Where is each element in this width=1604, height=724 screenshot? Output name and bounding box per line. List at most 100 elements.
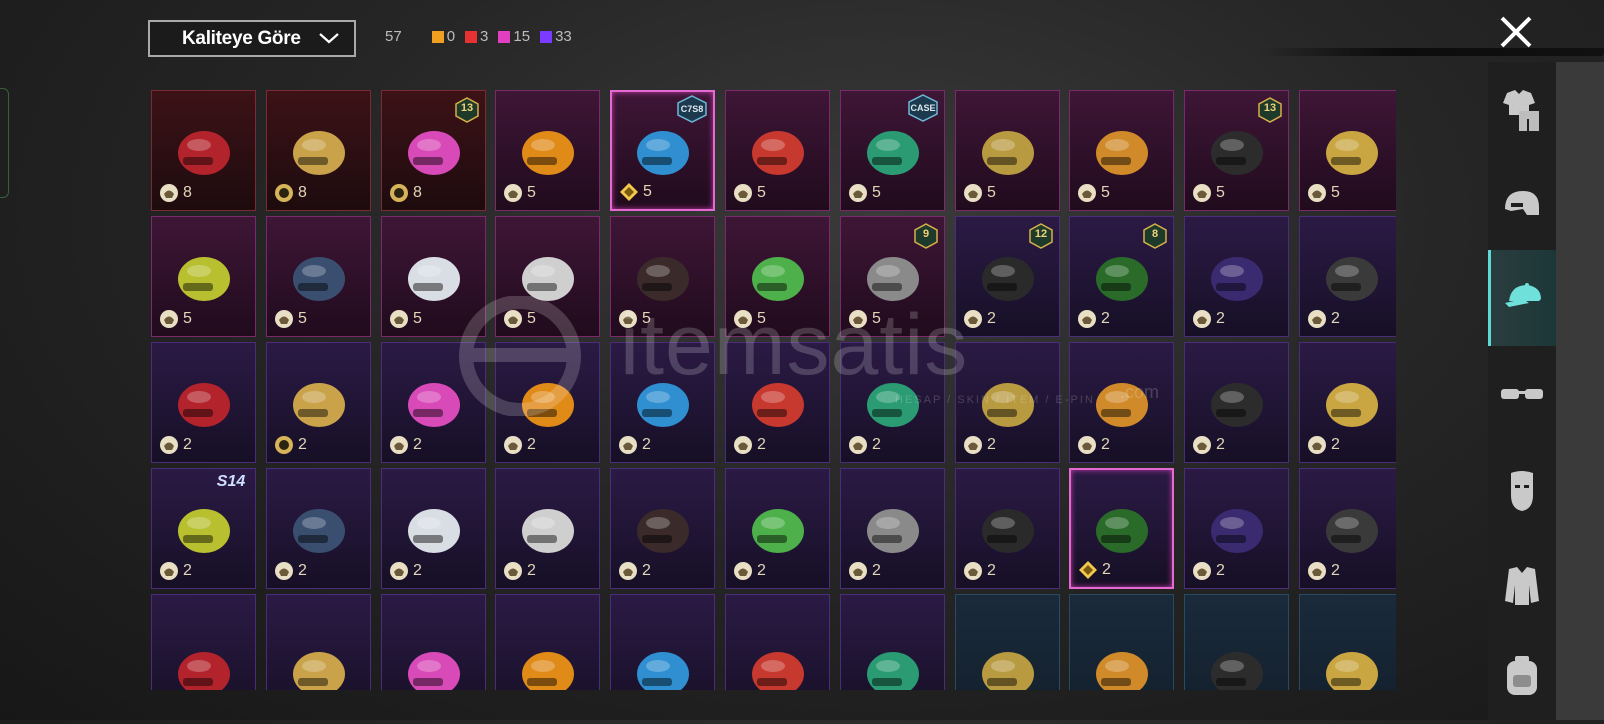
item-cell-black-fedora[interactable]: 2 <box>725 468 830 589</box>
item-cell-burger-hat[interactable]: 2 <box>1299 468 1396 589</box>
ticket-icon <box>275 310 293 328</box>
pink-dreadlock-helmet-image <box>399 113 469 183</box>
item-cell-grey-shark-hood[interactable]: 2 <box>955 468 1060 589</box>
ticket-icon <box>504 562 522 580</box>
item-cell-purple-punk-helmet[interactable]: 2 <box>1184 216 1289 337</box>
sidebar-item-backpack[interactable] <box>1488 628 1556 724</box>
ticket-icon <box>619 310 637 328</box>
shark-hood-blue-image <box>513 491 583 561</box>
item-count-value: 2 <box>757 562 766 579</box>
sidebar-item-helmet[interactable] <box>1488 158 1556 254</box>
count-orange: 0 <box>431 28 455 45</box>
ticket-icon <box>1308 310 1326 328</box>
item-cell-black-bandana[interactable]: 5 <box>610 216 715 337</box>
sidebar-item-mask[interactable] <box>1488 442 1556 538</box>
item-cell-blue-beret[interactable] <box>955 594 1060 690</box>
item-cell-black-gold-cap[interactable] <box>381 594 486 690</box>
item-count-value: 8 <box>413 184 422 201</box>
blue-feather-helmet-image <box>628 113 698 183</box>
item-cell-gold-crown-helmet[interactable]: 5 <box>1299 90 1396 211</box>
item-cell-grey-flat-cap[interactable] <box>1069 594 1174 690</box>
item-cell-frog-helmet[interactable]: 5 <box>725 216 830 337</box>
item-count-value: 5 <box>872 184 881 201</box>
item-cell-pink-dreadlock-helmet[interactable]: 8 13 <box>381 90 486 211</box>
item-cell-orange-ears[interactable]: 2 <box>381 342 486 463</box>
item-cell-black-cap[interactable]: 2 <box>1299 216 1396 337</box>
item-cell-bunny-ear-helmet[interactable]: 2 12 <box>955 216 1060 337</box>
item-cell-blue-baseball-helmet[interactable]: 2 <box>840 342 945 463</box>
mask-icon <box>1511 471 1533 511</box>
item-cell-aviator-cap[interactable] <box>840 594 945 690</box>
item-cell-blue-beanie[interactable] <box>266 594 371 690</box>
item-cell-red-helmet[interactable]: 8 <box>151 90 256 211</box>
item-cell-tan-trucker-cap[interactable] <box>1184 594 1289 690</box>
item-cell-clown-mask[interactable]: 2 <box>1299 342 1396 463</box>
item-cell-red-white-hat[interactable]: 2 <box>1184 342 1289 463</box>
item-cell-shark-hood-blue[interactable]: 2 <box>495 468 600 589</box>
sidebar-item-glasses[interactable] <box>1488 346 1556 442</box>
item-count: 5 <box>502 308 536 330</box>
item-cell-dragon-mask[interactable]: 5 <box>725 90 830 211</box>
item-count: 2 <box>962 560 996 582</box>
sidebar-item-cap[interactable] <box>1488 250 1556 346</box>
item-cell-knit-beanie[interactable]: 2 <box>1184 468 1289 589</box>
item-cell-white-dread-mask[interactable]: 5 <box>495 216 600 337</box>
item-cell-white-cat-helmet[interactable]: 5 <box>381 216 486 337</box>
ticket-icon <box>160 436 178 454</box>
item-cell-grey-dreadlocks[interactable]: 59 <box>840 216 945 337</box>
item-count: 2 <box>273 434 307 456</box>
item-cell-green-army-helmet[interactable]: 2 <box>610 342 715 463</box>
sidebar-item-outfit[interactable] <box>1488 62 1556 158</box>
item-cell-gold-spiked-helmet[interactable]: 5 <box>955 90 1060 211</box>
item-cell-brown-fedora[interactable] <box>610 594 715 690</box>
ticket-icon <box>504 436 522 454</box>
level-badge: 13 <box>455 97 479 123</box>
item-cell-green-helmet[interactable]: 5 CASE <box>840 90 945 211</box>
item-cell-bucket-hat-black[interactable] <box>725 594 830 690</box>
knit-beanie-image <box>1202 491 1272 561</box>
sort-dropdown[interactable]: Kaliteye Göre <box>148 20 356 57</box>
item-cell-green-skull-hood[interactable]: 28 <box>1069 216 1174 337</box>
item-cell-witch-hat[interactable]: 2 <box>495 342 600 463</box>
black-cap-2-image <box>284 491 354 561</box>
item-count-value: 2 <box>757 436 766 453</box>
item-count: 2 <box>1306 308 1340 330</box>
item-cell-black-panther-mask[interactable]: 2 <box>381 468 486 589</box>
item-cell-black-cap-2[interactable]: 2 <box>266 468 371 589</box>
item-cell-horned-helmet[interactable]: 5 13 <box>1184 90 1289 211</box>
item-count-value: 2 <box>413 562 422 579</box>
item-cell-pink-braid-wig[interactable]: 2 <box>955 342 1060 463</box>
item-cell-red-beret[interactable]: 2 <box>610 468 715 589</box>
yellow-bucket-hat-image <box>169 239 239 309</box>
item-cell-pumpkin-helmet[interactable]: 5 <box>495 90 600 211</box>
quality-counts: 57 0 3 15 33 <box>385 28 582 45</box>
item-cell-headlamp[interactable] <box>151 594 256 690</box>
item-cell-yellow-bucket-hat[interactable]: 5 <box>151 216 256 337</box>
purple-square-icon <box>540 30 553 43</box>
item-cell-football-helmet[interactable]: 2 <box>725 342 830 463</box>
item-cell-tan-trucker-cap-2[interactable] <box>1299 594 1396 690</box>
white-dread-mask-image <box>513 239 583 309</box>
item-cell-blue-ninja-helmet[interactable]: 5 <box>266 216 371 337</box>
ticket-icon <box>1078 184 1096 202</box>
green-army-helmet-image <box>628 365 698 435</box>
grey-dreadlocks-image <box>858 239 928 309</box>
item-count-value: 2 <box>413 436 422 453</box>
item-cell-red-fedora[interactable]: 2 <box>840 468 945 589</box>
item-cell-cat-helmet[interactable]: 5 <box>1069 90 1174 211</box>
item-cell-white-sun-hat[interactable]: 2 <box>266 342 371 463</box>
item-cell-viking-helmet[interactable]: 2 <box>151 342 256 463</box>
item-cell-blue-cap-2[interactable] <box>495 594 600 690</box>
item-cell-blue-feather-helmet[interactable]: 5 C7S8 <box>610 90 715 211</box>
grey-shark-hood-image <box>973 491 1043 561</box>
gold-spiked-helmet-image <box>973 113 1043 183</box>
item-cell-blue-cap[interactable]: 2 <box>1069 342 1174 463</box>
item-count-value: 5 <box>872 310 881 327</box>
item-cell-flower-crown[interactable]: 2 <box>1069 468 1174 589</box>
item-count-value: 2 <box>1331 436 1340 453</box>
ticket-icon <box>160 562 178 580</box>
item-cell-spartan-helmet[interactable]: 2 S14 <box>151 468 256 589</box>
close-icon[interactable] <box>1496 12 1536 52</box>
sidebar-item-jacket[interactable] <box>1488 538 1556 634</box>
item-cell-red-mask-helmet[interactable]: 8 <box>266 90 371 211</box>
